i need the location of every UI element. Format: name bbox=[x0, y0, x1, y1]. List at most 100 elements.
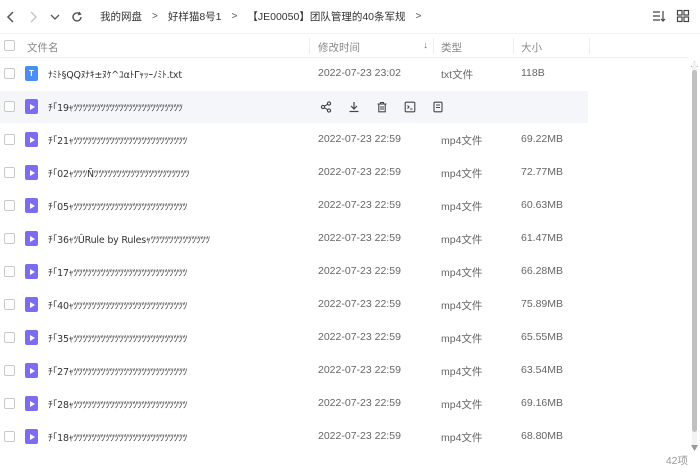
file-size: 61.47MB bbox=[521, 232, 564, 244]
file-name[interactable]: ﾁ｢27ｬﾂﾂﾂﾂﾂﾂﾂﾂﾂﾂﾂﾂﾂﾂﾂﾂﾂﾂﾂﾂﾂﾂﾂﾂﾂ bbox=[48, 364, 306, 378]
column-header-time[interactable]: 修改时间 bbox=[318, 40, 360, 55]
file-row[interactable]: ﾁ｢02ｬﾂﾂﾂÑﾂﾂﾂﾂﾂﾂﾂﾂﾂﾂﾂﾂﾂﾂﾂﾂﾂﾂﾂﾂﾂ 2022-07-23… bbox=[0, 157, 688, 189]
file-type: mp4文件 bbox=[441, 300, 483, 312]
video-file-icon bbox=[25, 396, 38, 411]
row-checkbox[interactable] bbox=[4, 233, 15, 244]
column-header-size[interactable]: 大小 bbox=[521, 40, 542, 55]
select-all-checkbox[interactable] bbox=[4, 40, 15, 51]
row-checkbox[interactable] bbox=[4, 299, 15, 310]
file-name[interactable]: ﾁ｢35ｬﾂﾂﾂﾂﾂﾂﾂﾂﾂﾂﾂﾂﾂﾂﾂﾂﾂﾂﾂﾂﾂﾂﾂﾂﾂ bbox=[48, 331, 306, 345]
file-type: mp4文件 bbox=[441, 366, 483, 378]
download-icon[interactable] bbox=[346, 99, 361, 114]
file-name[interactable]: ﾁ｢17ｬﾂﾂﾂﾂﾂﾂﾂﾂﾂﾂﾂﾂﾂﾂﾂﾂﾂﾂﾂﾂﾂﾂﾂﾂﾂ bbox=[48, 265, 306, 279]
video-file-icon bbox=[25, 165, 38, 180]
file-row[interactable]: ﾁ｢27ｬﾂﾂﾂﾂﾂﾂﾂﾂﾂﾂﾂﾂﾂﾂﾂﾂﾂﾂﾂﾂﾂﾂﾂﾂﾂ 2022-07-23… bbox=[0, 355, 688, 387]
video-file-icon bbox=[25, 330, 38, 345]
file-modified-time: 2022-07-23 22:59 bbox=[318, 199, 401, 211]
more-icon[interactable] bbox=[430, 99, 445, 114]
rename-icon[interactable] bbox=[402, 99, 417, 114]
row-checkbox[interactable] bbox=[4, 266, 15, 277]
file-modified-time: 2022-07-23 23:02 bbox=[318, 67, 401, 79]
file-name[interactable]: ﾁ｢21ｬﾂﾂﾂﾂﾂﾂﾂﾂﾂﾂﾂﾂﾂﾂﾂﾂﾂﾂﾂﾂﾂﾂﾂﾂﾂ bbox=[48, 133, 306, 147]
file-row[interactable]: ﾁ｢17ｬﾂﾂﾂﾂﾂﾂﾂﾂﾂﾂﾂﾂﾂﾂﾂﾂﾂﾂﾂﾂﾂﾂﾂﾂﾂ 2022-07-23… bbox=[0, 256, 688, 288]
row-checkbox[interactable] bbox=[4, 167, 15, 178]
file-name[interactable]: ﾁ｢28ｬﾂﾂﾂﾂﾂﾂﾂﾂﾂﾂﾂﾂﾂﾂﾂﾂﾂﾂﾂﾂﾂﾂﾂﾂﾂ bbox=[48, 397, 306, 411]
scrollbar[interactable] bbox=[692, 62, 697, 450]
row-checkbox[interactable] bbox=[4, 68, 15, 79]
file-name[interactable]: ﾁ｢36ｬﾂÛRule by Rulesｬﾂﾂﾂﾂﾂﾂﾂﾂﾂﾂﾂﾂﾂ bbox=[48, 232, 306, 246]
row-checkbox[interactable] bbox=[4, 431, 15, 442]
scroll-down-arrow[interactable] bbox=[691, 442, 698, 451]
sort-list-icon bbox=[653, 11, 666, 22]
file-type: mp4文件 bbox=[441, 333, 483, 345]
column-header-type[interactable]: 类型 bbox=[441, 40, 462, 55]
file-modified-time: 2022-07-23 22:59 bbox=[318, 265, 401, 277]
file-name[interactable]: ﾁ｢18ｬﾂﾂﾂﾂﾂﾂﾂﾂﾂﾂﾂﾂﾂﾂﾂﾂﾂﾂﾂﾂﾂﾂﾂﾂﾂ bbox=[48, 430, 306, 444]
file-row[interactable]: ﾁ｢18ｬﾂﾂﾂﾂﾂﾂﾂﾂﾂﾂﾂﾂﾂﾂﾂﾂﾂﾂﾂﾂﾂﾂﾂﾂﾂ 2022-07-23… bbox=[0, 421, 688, 453]
file-row[interactable]: ﾁ｢21ｬﾂﾂﾂﾂﾂﾂﾂﾂﾂﾂﾂﾂﾂﾂﾂﾂﾂﾂﾂﾂﾂﾂﾂﾂﾂ 2022-07-23… bbox=[0, 124, 688, 156]
file-name[interactable]: ﾁ｢05ｬﾂﾂﾂﾂﾂﾂﾂﾂﾂﾂﾂﾂﾂﾂﾂﾂﾂﾂﾂﾂﾂﾂﾂﾂﾂ bbox=[48, 199, 306, 213]
chevron-left-icon bbox=[6, 10, 14, 23]
row-checkbox[interactable] bbox=[4, 101, 15, 112]
file-row[interactable]: ﾁ｢40ｬﾂﾂﾂﾂﾂﾂﾂﾂﾂﾂﾂﾂﾂﾂﾂﾂﾂﾂﾂﾂﾂﾂﾂﾂﾂ 2022-07-23… bbox=[0, 289, 688, 321]
file-row[interactable]: ﾁ｢28ｬﾂﾂﾂﾂﾂﾂﾂﾂﾂﾂﾂﾂﾂﾂﾂﾂﾂﾂﾂﾂﾂﾂﾂﾂﾂ 2022-07-23… bbox=[0, 388, 688, 420]
chevron-down-icon bbox=[50, 14, 60, 20]
column-divider[interactable] bbox=[309, 38, 310, 54]
back-button[interactable] bbox=[0, 6, 22, 28]
file-row[interactable]: T ﾅﾐﾄ§QQﾇﾅｷ±ﾇｹ^ﾕαﾄΓｬｯｰﾉﾐﾄ.txt 2022-07-23 2… bbox=[0, 58, 688, 90]
sort-arrow-icon: ↓ bbox=[423, 40, 428, 51]
file-type: mp4文件 bbox=[441, 234, 483, 246]
file-name[interactable]: ﾁ｢02ｬﾂﾂﾂÑﾂﾂﾂﾂﾂﾂﾂﾂﾂﾂﾂﾂﾂﾂﾂﾂﾂﾂﾂﾂﾂ bbox=[48, 166, 306, 180]
file-type: mp4文件 bbox=[441, 432, 483, 444]
breadcrumb-current[interactable]: 【JE00050】团队管理的40条军规 bbox=[245, 9, 407, 24]
file-size: 63.54MB bbox=[521, 364, 564, 376]
file-row[interactable]: ﾁ｢05ｬﾂﾂﾂﾂﾂﾂﾂﾂﾂﾂﾂﾂﾂﾂﾂﾂﾂﾂﾂﾂﾂﾂﾂﾂﾂ 2022-07-23… bbox=[0, 190, 688, 222]
video-file-icon bbox=[25, 132, 38, 147]
column-header-name[interactable]: 文件名 bbox=[27, 40, 59, 55]
row-actions bbox=[318, 99, 445, 114]
row-checkbox[interactable] bbox=[4, 134, 15, 145]
file-size: 69.16MB bbox=[521, 397, 564, 409]
breadcrumb-item[interactable]: 我的网盘 bbox=[98, 9, 144, 24]
file-name[interactable]: ﾁ｢19ｬﾂﾂﾂﾂﾂﾂﾂﾂﾂﾂﾂﾂﾂﾂﾂﾂﾂﾂﾂﾂﾂﾂﾂﾂ bbox=[48, 100, 306, 114]
scrollbar-thumb[interactable] bbox=[692, 70, 697, 432]
column-divider[interactable] bbox=[589, 38, 590, 54]
file-size: 75.89MB bbox=[521, 298, 564, 310]
file-modified-time: 2022-07-23 22:59 bbox=[318, 364, 401, 376]
file-modified-time: 2022-07-23 22:59 bbox=[318, 232, 401, 244]
grid-view-button[interactable] bbox=[676, 9, 690, 26]
sort-button[interactable] bbox=[652, 9, 666, 26]
file-type: mp4文件 bbox=[441, 168, 483, 180]
video-file-icon bbox=[25, 231, 38, 246]
video-file-icon bbox=[25, 429, 38, 444]
delete-icon[interactable] bbox=[374, 99, 389, 114]
file-row[interactable]: ﾁ｢35ｬﾂﾂﾂﾂﾂﾂﾂﾂﾂﾂﾂﾂﾂﾂﾂﾂﾂﾂﾂﾂﾂﾂﾂﾂﾂ 2022-07-23… bbox=[0, 322, 688, 354]
file-type: mp4文件 bbox=[441, 267, 483, 279]
refresh-button[interactable] bbox=[66, 6, 88, 28]
file-name[interactable]: ﾅﾐﾄ§QQﾇﾅｷ±ﾇｹ^ﾕαﾄΓｬｯｰﾉﾐﾄ.txt bbox=[48, 67, 306, 81]
forward-button[interactable] bbox=[22, 6, 44, 28]
column-divider[interactable] bbox=[513, 38, 514, 54]
row-checkbox[interactable] bbox=[4, 332, 15, 343]
breadcrumb-separator: > bbox=[231, 11, 238, 22]
file-modified-time: 2022-07-23 22:59 bbox=[318, 298, 401, 310]
refresh-icon bbox=[72, 11, 82, 22]
breadcrumb-item[interactable]: 好样猫8号1 bbox=[166, 9, 224, 24]
file-size: 60.63MB bbox=[521, 199, 564, 211]
file-modified-time: 2022-07-23 22:59 bbox=[318, 430, 401, 442]
column-divider[interactable] bbox=[433, 38, 434, 54]
dropdown-button[interactable] bbox=[44, 6, 66, 28]
file-row[interactable]: ﾁ｢36ｬﾂÛRule by Rulesｬﾂﾂﾂﾂﾂﾂﾂﾂﾂﾂﾂﾂﾂ 2022-0… bbox=[0, 223, 688, 255]
breadcrumb-separator: > bbox=[152, 11, 158, 22]
video-file-icon bbox=[25, 297, 38, 312]
video-file-icon bbox=[25, 99, 38, 114]
breadcrumb-separator: > bbox=[415, 11, 422, 22]
row-checkbox[interactable] bbox=[4, 200, 15, 211]
row-checkbox[interactable] bbox=[4, 398, 15, 409]
file-name[interactable]: ﾁ｢40ｬﾂﾂﾂﾂﾂﾂﾂﾂﾂﾂﾂﾂﾂﾂﾂﾂﾂﾂﾂﾂﾂﾂﾂﾂﾂ bbox=[48, 298, 306, 312]
row-checkbox[interactable] bbox=[4, 365, 15, 376]
share-icon[interactable] bbox=[318, 99, 333, 114]
grid-icon bbox=[676, 9, 690, 23]
file-type: mp4文件 bbox=[441, 399, 483, 411]
file-row[interactable]: ﾁ｢19ｬﾂﾂﾂﾂﾂﾂﾂﾂﾂﾂﾂﾂﾂﾂﾂﾂﾂﾂﾂﾂﾂﾂﾂﾂ bbox=[0, 91, 588, 123]
